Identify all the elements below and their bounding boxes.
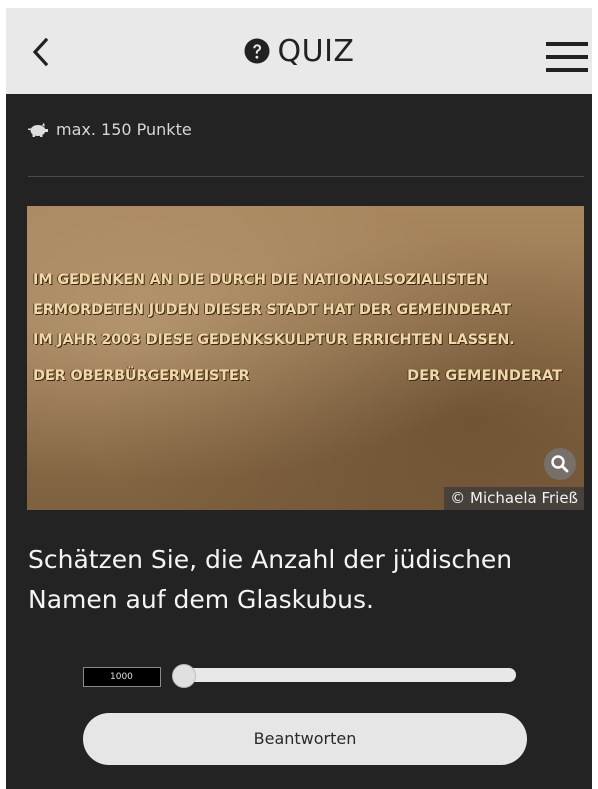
- memorial-plaque-image[interactable]: IM GEDENKEN AN DIE DURCH DIE NATIONALSOZ…: [27, 206, 584, 510]
- page-title-text: QUIZ: [277, 34, 355, 69]
- estimate-slider[interactable]: [176, 668, 516, 682]
- answer-button[interactable]: Beantworten: [83, 713, 527, 765]
- magnifier-icon: [551, 455, 569, 473]
- plaque-text-line: DER OBERBÜRGERMEISTER: [33, 368, 250, 384]
- zoom-button[interactable]: [544, 448, 576, 480]
- menu-button[interactable]: [546, 40, 588, 74]
- slider-thumb[interactable]: [172, 664, 196, 688]
- plaque-text-line: IM JAHR 2003 DIESE GEDENKSKULPTUR ERRICH…: [33, 332, 515, 348]
- plaque-text-line: DER GEMEINDERAT: [407, 368, 562, 384]
- max-points-label: max. 150 Punkte: [56, 120, 192, 139]
- plaque-text-line: ERMORDETEN JUDEN DIESER STADT HAT DER GE…: [33, 302, 511, 318]
- page-title: QUIZ: [6, 34, 592, 70]
- question-text: Schätzen Sie, die Anzahl der jüdischen N…: [28, 545, 513, 614]
- image-credit: © Michaela Frieß: [444, 487, 584, 510]
- question-circle-icon: [244, 38, 269, 64]
- app-header: QUIZ: [6, 8, 592, 94]
- divider: [28, 176, 584, 177]
- plaque-text-line: IM GEDENKEN AN DIE DURCH DIE NATIONALSOZ…: [33, 272, 488, 288]
- quiz-screen: QUIZ max. 150 Punkte IM GEDENKEN AN DIE …: [6, 8, 592, 789]
- max-points: max. 150 Punkte: [28, 120, 192, 139]
- slider-value-display: 1000: [83, 667, 161, 687]
- piggy-bank-icon: [28, 122, 48, 137]
- hamburger-menu-icon: [546, 42, 588, 72]
